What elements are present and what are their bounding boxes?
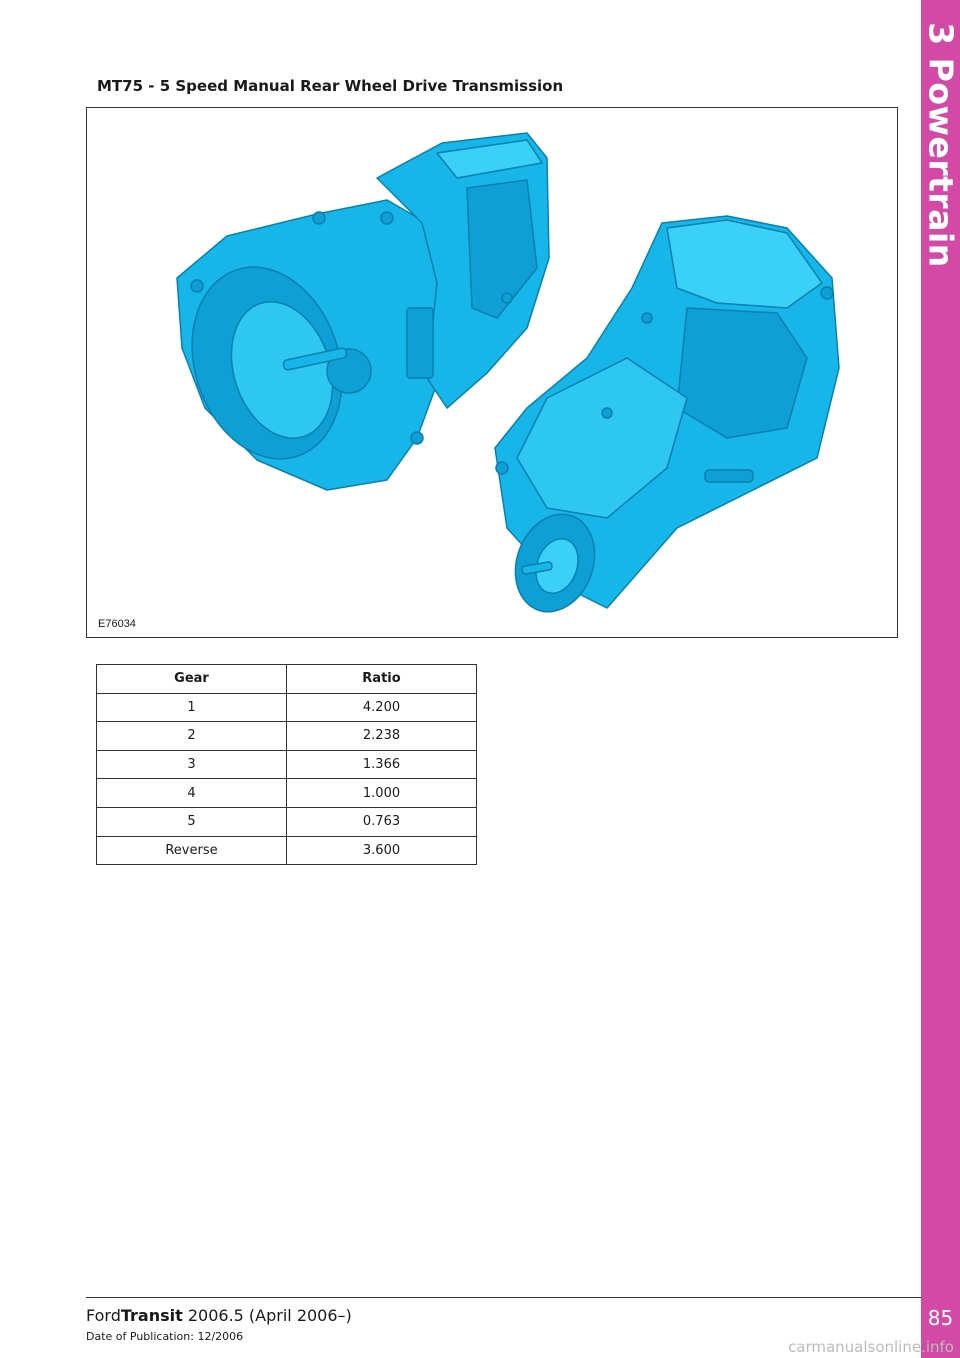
gear-cell: 4 — [96, 778, 287, 808]
table-row: 2 2.238 — [96, 721, 477, 751]
table-row: 4 1.000 — [96, 778, 477, 808]
ratio-cell: 1.366 — [286, 749, 477, 780]
gear-cell: Reverse — [96, 835, 287, 866]
publication-date: Date of Publication: 12/2006 — [86, 1330, 244, 1343]
transmission-left-icon — [176, 132, 550, 491]
gear-column-header: Gear — [96, 664, 287, 694]
ratio-cell: 4.200 — [286, 692, 477, 723]
page-number: 85 — [927, 1306, 954, 1330]
footer-model: Transit — [120, 1306, 183, 1325]
page-title: MT75 - 5 Speed Manual Rear Wheel Drive T… — [97, 77, 564, 95]
footer-divider — [86, 1297, 921, 1298]
gear-cell: 3 — [96, 749, 287, 780]
table-row: 5 0.763 — [96, 806, 477, 837]
table-row: Reverse 3.600 — [96, 835, 477, 866]
footer-brand: Ford — [86, 1306, 121, 1325]
gear-cell: 1 — [96, 692, 287, 723]
ratio-cell: 3.600 — [286, 835, 477, 866]
table-header-row: Gear Ratio — [96, 664, 477, 694]
table-row: 3 1.366 — [96, 749, 477, 780]
watermark: carmanualsonline.info — [788, 1338, 954, 1356]
gear-cell: 2 — [96, 721, 287, 751]
transmission-right-icon — [494, 215, 840, 613]
ratio-cell: 0.763 — [286, 806, 477, 837]
gear-ratio-table: Gear Ratio 1 4.200 2 2.238 3 1.366 4 1.0… — [96, 664, 477, 866]
gear-cell: 5 — [96, 806, 287, 837]
footer-edition: 2006.5 (April 2006–) — [182, 1306, 352, 1325]
ratio-cell: 2.238 — [286, 721, 477, 751]
table-row: 1 4.200 — [96, 692, 477, 723]
ratio-column-header: Ratio — [286, 664, 477, 694]
transmission-figure: E76034 — [86, 107, 898, 638]
footer-title: FordTransit 2006.5 (April 2006–) — [86, 1306, 352, 1325]
figure-id: E76034 — [98, 618, 136, 630]
transmission-illustration — [176, 132, 840, 613]
section-label: 3 Powertrain — [921, 22, 960, 268]
section-tab: 3 Powertrain — [921, 0, 960, 300]
ratio-cell: 1.000 — [286, 778, 477, 808]
